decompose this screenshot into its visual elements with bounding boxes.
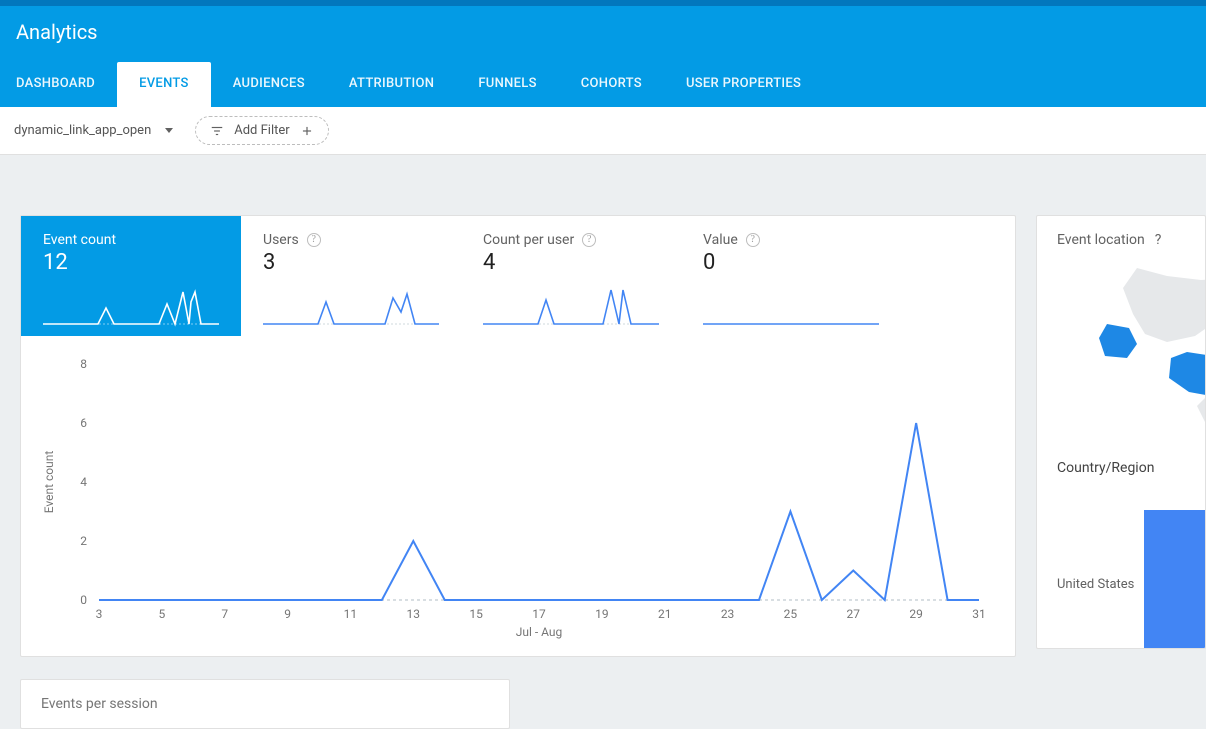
location-row[interactable]: United States [1057, 510, 1185, 649]
help-icon[interactable]: ? [582, 233, 596, 247]
svg-text:25: 25 [784, 607, 798, 621]
metrics-card: Event count 12 Users ? 3 [20, 215, 1016, 657]
metric-label: Event count [43, 232, 116, 248]
svg-text:Event count: Event count [42, 451, 56, 514]
svg-text:17: 17 [532, 607, 546, 621]
svg-text:21: 21 [658, 607, 672, 621]
filter-icon [210, 124, 224, 138]
svg-text:0: 0 [80, 593, 87, 607]
event-select-value: dynamic_link_app_open [14, 123, 151, 138]
help-icon[interactable]: ? [1155, 232, 1162, 248]
metric-label: Count per user [483, 232, 574, 248]
map-icon [1037, 262, 1205, 432]
svg-text:13: 13 [407, 607, 421, 621]
metric-event-count[interactable]: Event count 12 [21, 216, 241, 336]
sparkline-count-per-user [483, 284, 659, 328]
event-location-card: Event location ? Country/Region United S… [1036, 215, 1206, 649]
svg-text:4: 4 [80, 475, 87, 489]
svg-text:29: 29 [909, 607, 923, 621]
metric-value: 12 [43, 250, 223, 275]
add-filter-label: Add Filter [234, 123, 289, 138]
tab-audiences[interactable]: AUDIENCES [211, 62, 327, 107]
metric-value: 3 [263, 250, 443, 275]
events-per-session-card: Events per session [20, 679, 510, 729]
svg-text:9: 9 [284, 607, 291, 621]
tab-attribution[interactable]: ATTRIBUTION [327, 62, 456, 107]
sparkline-value [703, 284, 879, 328]
svg-text:Jul - Aug: Jul - Aug [516, 625, 563, 639]
metric-value[interactable]: Value ? 0 [681, 216, 901, 336]
header: Analytics DASHBOARD EVENTS AUDIENCES ATT… [0, 6, 1206, 107]
svg-text:11: 11 [344, 607, 358, 621]
svg-text:19: 19 [595, 607, 609, 621]
event-select[interactable]: dynamic_link_app_open [14, 123, 173, 138]
app-title: Analytics [0, 6, 1206, 62]
svg-text:7: 7 [221, 607, 228, 621]
svg-text:6: 6 [80, 416, 87, 430]
svg-text:31: 31 [972, 607, 986, 621]
chevron-down-icon [165, 128, 173, 133]
plus-icon [300, 124, 314, 138]
svg-text:8: 8 [80, 357, 87, 371]
svg-text:27: 27 [847, 607, 861, 621]
tabs: DASHBOARD EVENTS AUDIENCES ATTRIBUTION F… [0, 62, 1206, 107]
sparkline-event-count [43, 284, 219, 328]
help-icon[interactable]: ? [307, 233, 321, 247]
svg-text:23: 23 [721, 607, 735, 621]
metric-label: Value [703, 232, 738, 248]
tab-funnels[interactable]: FUNNELS [456, 62, 558, 107]
location-row-label: United States [1057, 577, 1134, 592]
help-icon[interactable]: ? [746, 233, 760, 247]
location-row-bar [1144, 510, 1205, 649]
add-filter-button[interactable]: Add Filter [195, 116, 328, 145]
svg-text:3: 3 [96, 607, 103, 621]
location-subhead: Country/Region [1057, 460, 1185, 476]
metric-users[interactable]: Users ? 3 [241, 216, 461, 336]
metric-label: Users [263, 232, 299, 248]
tab-events[interactable]: EVENTS [117, 62, 211, 107]
svg-text:2: 2 [80, 534, 87, 548]
event-count-chart: 0 2 4 6 8 3 5 7 9 11 13 15 17 19 21 23 25 27 29 31 Event cou… [21, 336, 1015, 656]
card-title: Event location [1057, 232, 1145, 248]
metric-count-per-user[interactable]: Count per user ? 4 [461, 216, 681, 336]
tab-dashboard[interactable]: DASHBOARD [16, 62, 117, 107]
svg-text:15: 15 [469, 607, 483, 621]
metric-value: 4 [483, 250, 663, 275]
svg-text:5: 5 [158, 607, 165, 621]
metric-value: 0 [703, 250, 883, 275]
tab-user-properties[interactable]: USER PROPERTIES [664, 62, 823, 107]
sparkline-users [263, 284, 439, 328]
tab-cohorts[interactable]: COHORTS [559, 62, 664, 107]
filter-bar: dynamic_link_app_open Add Filter [0, 107, 1206, 155]
